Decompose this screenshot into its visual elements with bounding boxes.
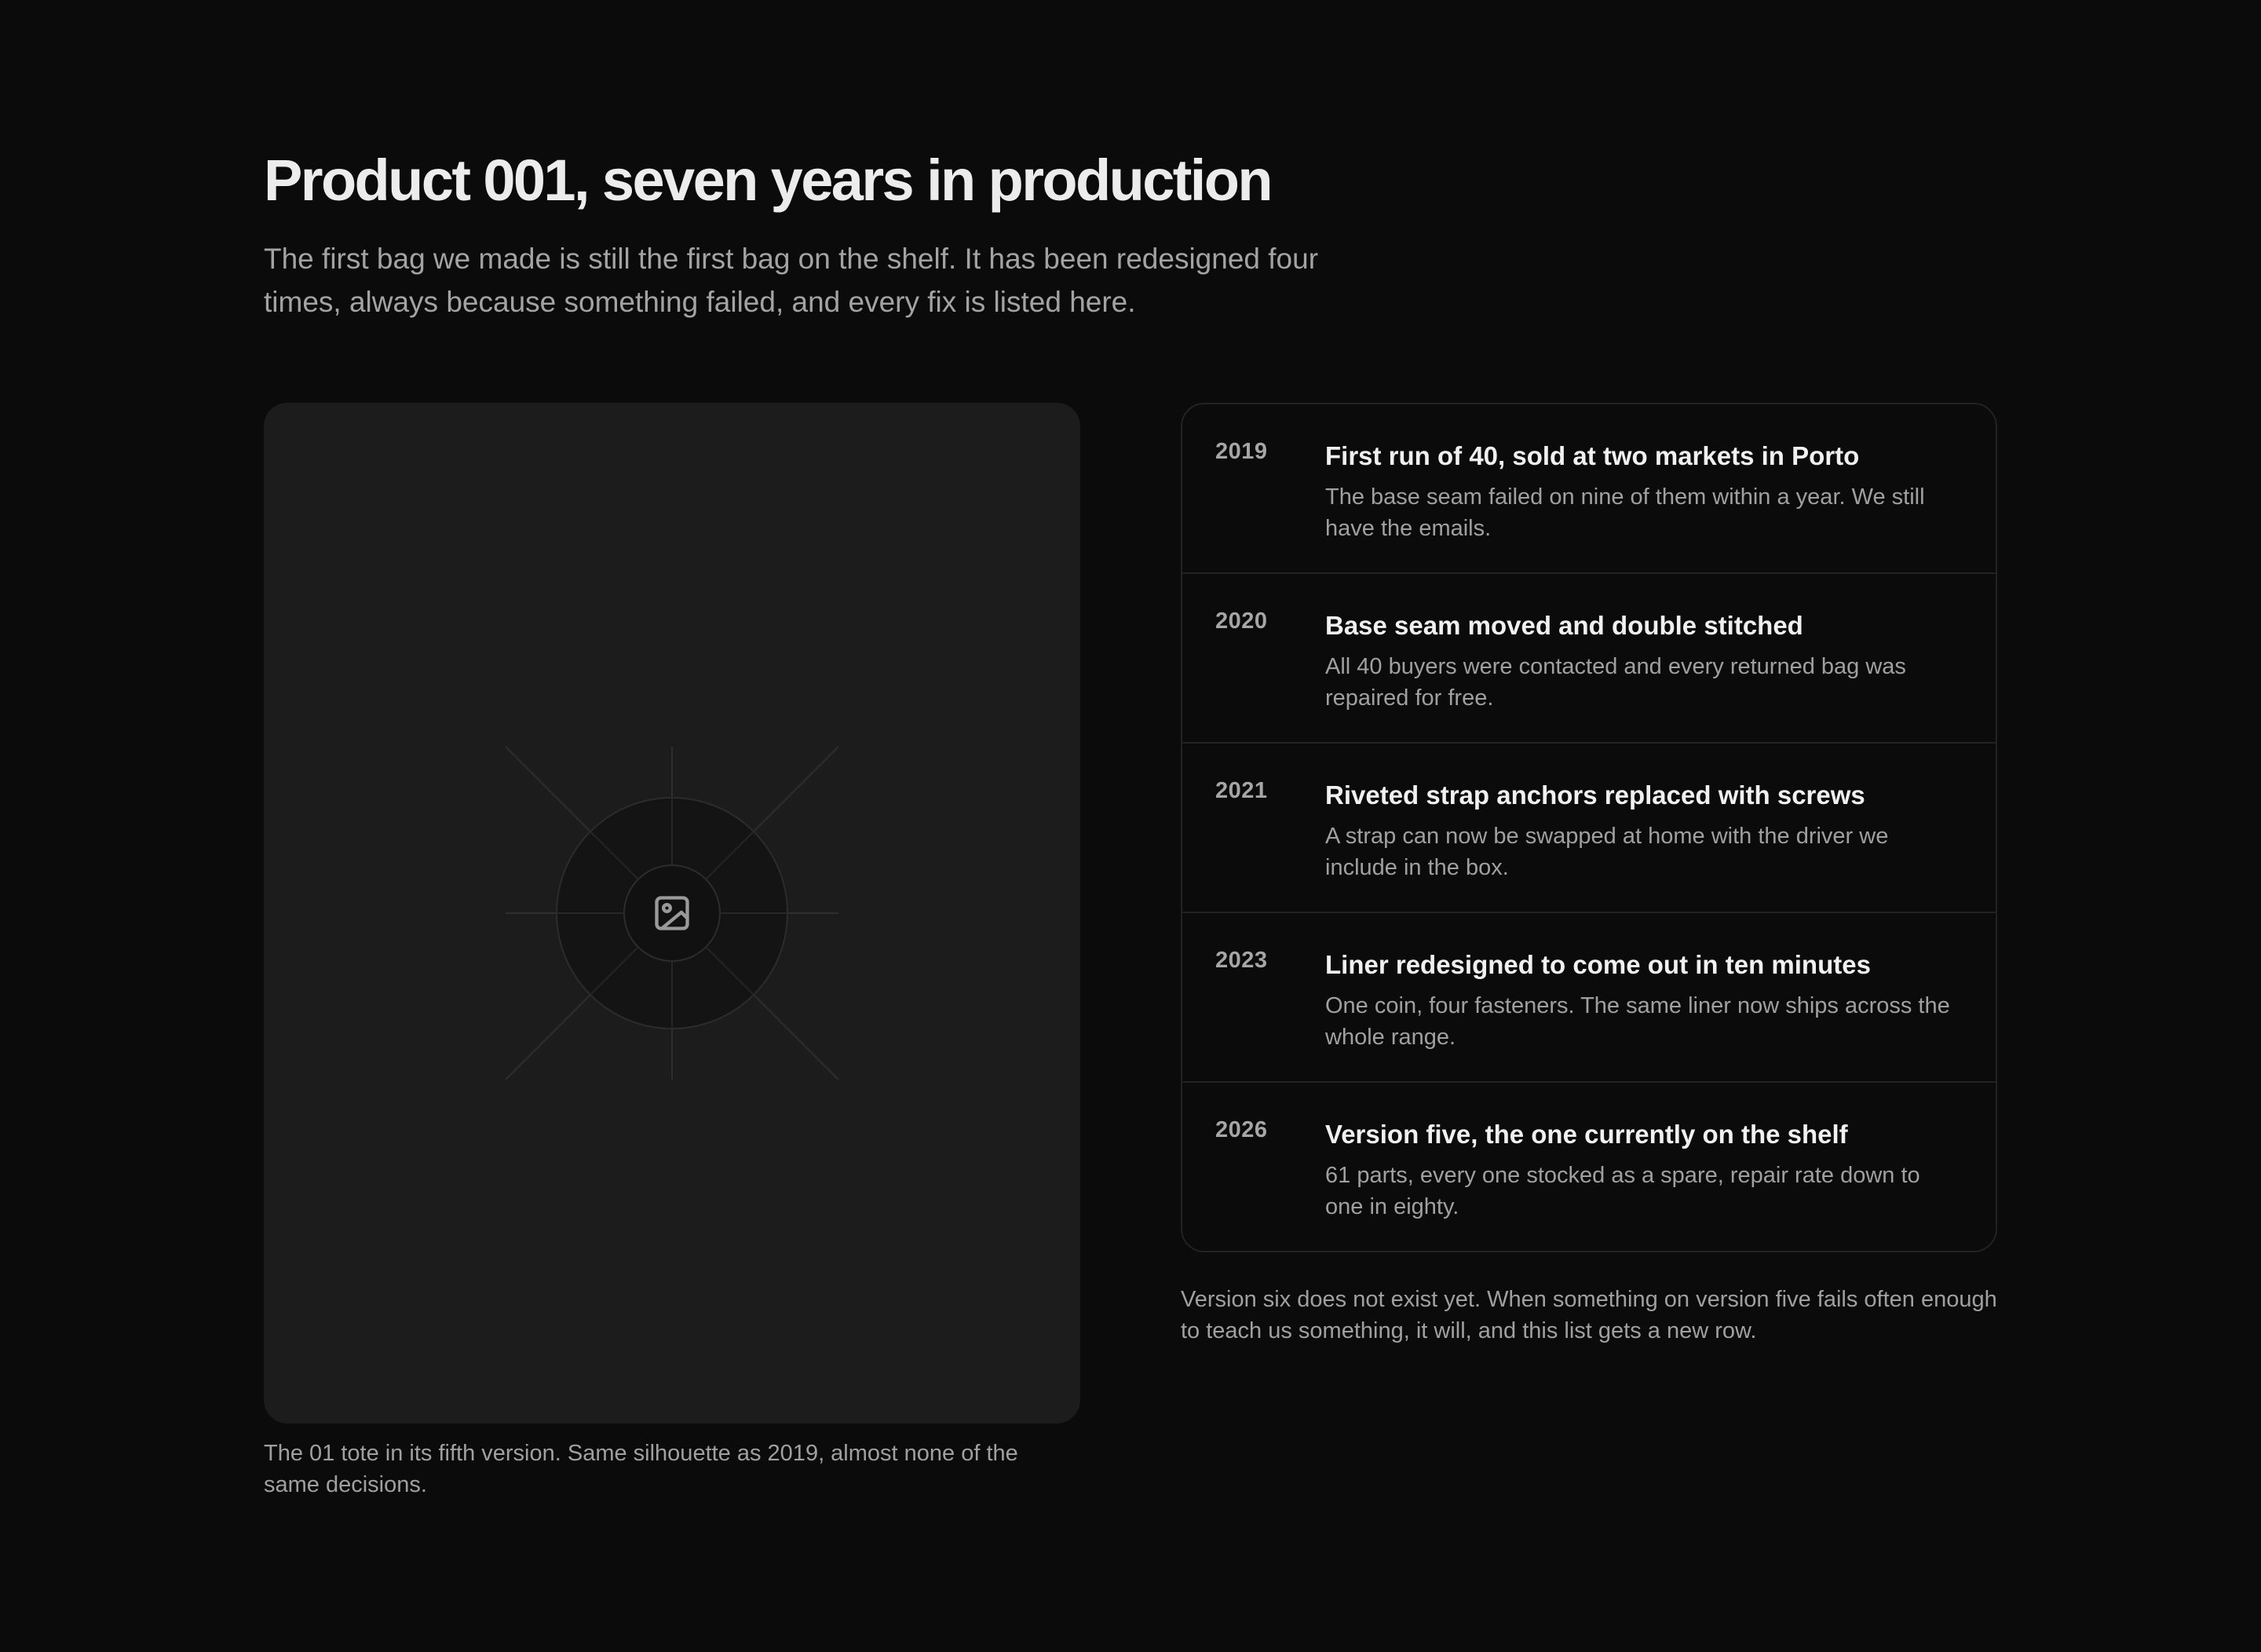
entry-detail: One coin, four fasteners. The same liner… (1325, 993, 1950, 1050)
entry-title: Version five, the one currently on the s… (1325, 1120, 1848, 1149)
timeline-entry: 2020 Base seam moved and double stitched… (1182, 574, 1996, 744)
timeline-entry: 2023 Liner redesigned to come out in ten… (1182, 913, 1996, 1083)
entry-title: Base seam moved and double stitched (1325, 611, 1803, 640)
entry-year: 2019 (1215, 439, 1268, 464)
page-title: Product 001, seven years in production (264, 148, 1273, 213)
version-timeline: 2019 First run of 40, sold at two market… (1181, 403, 1997, 1252)
entry-year: 2026 (1215, 1117, 1268, 1142)
entry-year: 2023 (1215, 948, 1268, 973)
product-image-placeholder (264, 403, 1080, 1424)
entry-detail: The base seam failed on nine of them wit… (1325, 484, 1925, 541)
timeline-entry: 2019 First run of 40, sold at two market… (1182, 404, 1996, 574)
entry-year: 2021 (1215, 778, 1268, 803)
timeline-footnote: Version six does not exist yet. When som… (1181, 1287, 1997, 1343)
timeline-column: 2019 First run of 40, sold at two market… (1181, 403, 1997, 1347)
entry-detail: A strap can now be swapped at home with … (1325, 824, 1889, 880)
entry-title: Riveted strap anchors replaced with scre… (1325, 780, 1865, 810)
page-subtitle: The first bag we made is still the first… (264, 243, 1319, 318)
timeline-entry: 2021 Riveted strap anchors replaced with… (1182, 744, 1996, 913)
timeline-entry: 2026 Version five, the one currently on … (1182, 1083, 1996, 1251)
entry-title: Liner redesigned to come out in ten minu… (1325, 950, 1871, 979)
page: Product 001, seven years in production T… (264, 141, 1997, 1497)
image-caption: The 01 tote in its fifth version. Same s… (264, 1441, 1018, 1497)
media-column: The 01 tote in its fifth version. Same s… (264, 403, 1080, 1500)
entry-detail: 61 parts, every one stocked as a spare, … (1325, 1163, 1920, 1219)
entry-year: 2020 (1215, 609, 1268, 634)
image-placeholder-icon (655, 896, 689, 930)
entry-title: First run of 40, sold at two markets in … (1325, 441, 1860, 470)
entry-detail: All 40 buyers were contacted and every r… (1325, 654, 1906, 711)
